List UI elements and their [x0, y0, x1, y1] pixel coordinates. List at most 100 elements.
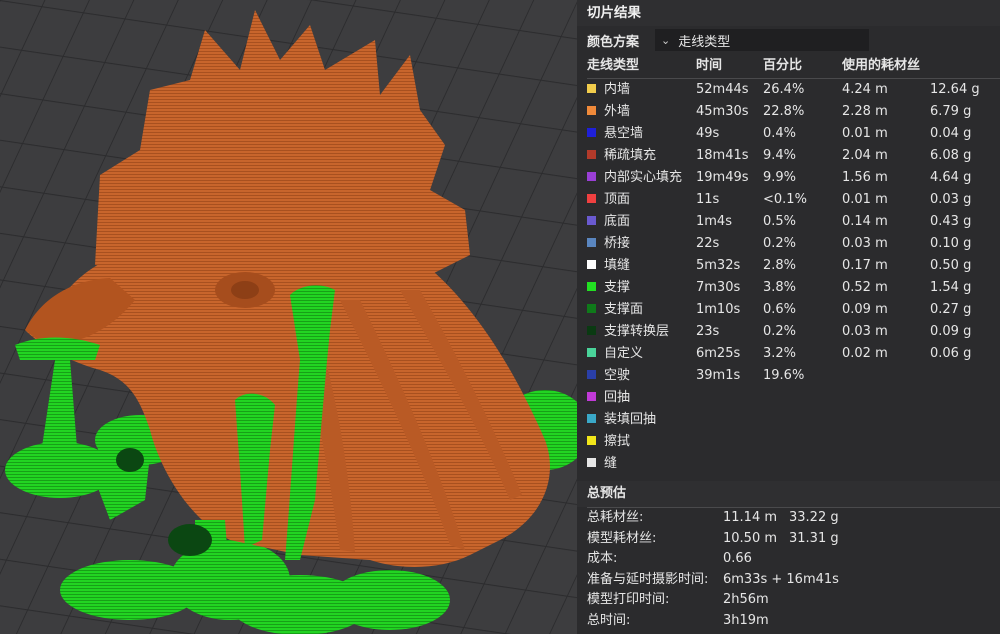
length-cell: 1.56 m — [842, 170, 888, 185]
length-cell: 0.01 m — [842, 126, 888, 141]
color-swatch — [587, 392, 596, 401]
percent-cell: 9.4% — [763, 148, 797, 163]
weight-cell: 0.03 g — [930, 192, 972, 207]
panel-title: 切片结果 — [577, 0, 1000, 26]
percent-cell: 0.2% — [763, 324, 797, 339]
line-type-cell: 顶面 — [587, 189, 630, 211]
color-swatch — [587, 238, 596, 247]
time-cell: 11s — [696, 192, 720, 207]
line-type-name: 支撑面 — [604, 302, 644, 317]
column-header-percent: 百分比 — [763, 58, 803, 73]
percent-cell: 26.4% — [763, 82, 805, 97]
line-type-name: 擦拭 — [604, 434, 631, 449]
line-type-cell: 装填回抽 — [587, 409, 656, 431]
percent-cell: 0.6% — [763, 302, 797, 317]
color-swatch — [587, 216, 596, 225]
summary-label: 模型打印时间: — [587, 592, 670, 607]
weight-cell: 0.04 g — [930, 126, 972, 141]
summary-value: 10.50 m — [723, 530, 778, 546]
weight-cell: 0.50 g — [930, 258, 972, 273]
percent-cell: 0.5% — [763, 214, 797, 229]
column-header-type: 走线类型 — [587, 58, 640, 73]
weight-cell: 4.64 g — [930, 170, 972, 185]
table-row: 擦拭 — [577, 431, 1000, 453]
color-swatch — [587, 436, 596, 445]
summary-label: 准备与延时摄影时间: — [587, 571, 709, 587]
color-swatch — [587, 326, 596, 335]
percent-cell: 19.6% — [763, 368, 805, 383]
summary-row: 总时间: 3h19m — [577, 611, 1000, 632]
length-cell: 0.03 m — [842, 324, 888, 339]
line-type-cell: 空驶 — [587, 365, 630, 387]
table-row: 悬空墙 49s 0.4% 0.01 m 0.04 g — [577, 123, 1000, 145]
line-type-cell: 桥接 — [587, 233, 630, 255]
color-scheme-dropdown[interactable]: ⌄ 走线类型 — [655, 29, 869, 51]
summary-row: 成本: 0.66 — [577, 549, 1000, 570]
time-cell: 18m41s — [696, 148, 749, 163]
table-row: 顶面 11s <0.1% 0.01 m 0.03 g — [577, 189, 1000, 211]
color-swatch — [587, 282, 596, 291]
percent-cell: 3.2% — [763, 346, 797, 361]
color-scheme-value: 走线类型 — [678, 34, 731, 50]
line-type-cell: 外墙 — [587, 101, 630, 123]
length-cell: 0.14 m — [842, 214, 888, 229]
summary-label: 总时间: — [587, 612, 631, 628]
summary-label: 成本: — [587, 551, 618, 566]
line-type-name: 稀疏填充 — [604, 148, 657, 163]
summary-title: 总预估 — [577, 481, 1000, 507]
length-cell: 0.09 m — [842, 302, 888, 317]
length-cell: 0.52 m — [842, 280, 888, 295]
table-row: 内墙 52m44s 26.4% 4.24 m 12.64 g — [577, 79, 1000, 101]
line-type-cell: 填缝 — [587, 255, 630, 277]
table-header: 走线类型 时间 百分比 使用的耗材丝 — [577, 54, 1000, 78]
column-header-time: 时间 — [696, 58, 723, 73]
line-type-name: 装填回抽 — [604, 412, 657, 427]
table-row: 支撑 7m30s 3.8% 0.52 m 1.54 g — [577, 277, 1000, 299]
table-row: 桥接 22s 0.2% 0.03 m 0.10 g — [577, 233, 1000, 255]
summary-value-secondary: 31.31 g — [789, 530, 839, 546]
table-row: 自定义 6m25s 3.2% 0.02 m 0.06 g — [577, 343, 1000, 365]
time-cell: 19m49s — [696, 170, 749, 185]
time-cell: 7m30s — [696, 280, 741, 295]
line-type-name: 支撑 — [604, 280, 631, 295]
length-cell: 0.01 m — [842, 192, 888, 207]
time-cell: 22s — [696, 236, 720, 251]
percent-cell: 2.8% — [763, 258, 797, 273]
summary-value: 3h19m — [723, 612, 769, 628]
percent-cell: 0.2% — [763, 236, 797, 251]
summary-value: 0.66 — [723, 551, 752, 566]
length-cell: 0.17 m — [842, 258, 888, 273]
table-row: 空驶 39m1s 19.6% — [577, 365, 1000, 387]
color-swatch — [587, 458, 596, 467]
color-scheme-row: 颜色方案 ⌄ 走线类型 — [577, 26, 1000, 54]
summary-row: 准备与延时摄影时间: 6m33s + 16m41s — [577, 570, 1000, 591]
percent-cell: <0.1% — [763, 192, 807, 207]
weight-cell: 0.06 g — [930, 346, 972, 361]
table-row: 支撑转换层 23s 0.2% 0.03 m 0.09 g — [577, 321, 1000, 343]
line-type-name: 支撑转换层 — [604, 324, 670, 339]
summary-list: 总耗材丝: 11.14 m 33.22 g 模型耗材丝: 10.50 m 31.31 g 成… — [577, 508, 1000, 631]
line-type-name: 内部实心填充 — [604, 170, 683, 185]
color-swatch — [587, 370, 596, 379]
line-type-table: 内墙 52m44s 26.4% 4.24 m 12.64 g 外墙 45m30s 22.8% 2… — [577, 79, 1000, 475]
line-type-cell: 悬空墙 — [587, 123, 643, 145]
table-row: 底面 1m4s 0.5% 0.14 m 0.43 g — [577, 211, 1000, 233]
table-row: 回抽 — [577, 387, 1000, 409]
time-cell: 52m44s — [696, 82, 749, 97]
color-swatch — [587, 106, 596, 115]
time-cell: 49s — [696, 126, 720, 141]
slice-result-panel: 切片结果 颜色方案 ⌄ 走线类型 走线类型 时间 百分比 使用的耗材丝 内墙 52… — [577, 0, 1000, 634]
line-type-name: 自定义 — [604, 346, 644, 361]
weight-cell: 1.54 g — [930, 280, 972, 295]
weight-cell: 6.79 g — [930, 104, 972, 119]
summary-value: 11.14 m — [723, 510, 778, 525]
percent-cell: 3.8% — [763, 280, 797, 295]
percent-cell: 9.9% — [763, 170, 797, 185]
table-row: 装填回抽 — [577, 409, 1000, 431]
length-cell: 0.02 m — [842, 346, 888, 361]
summary-row: 总耗材丝: 11.14 m 33.22 g — [577, 508, 1000, 529]
summary-value: 6m33s + 16m41s — [723, 571, 839, 587]
length-cell: 0.03 m — [842, 236, 888, 251]
line-type-name: 外墙 — [604, 104, 631, 119]
length-cell: 2.28 m — [842, 104, 888, 119]
